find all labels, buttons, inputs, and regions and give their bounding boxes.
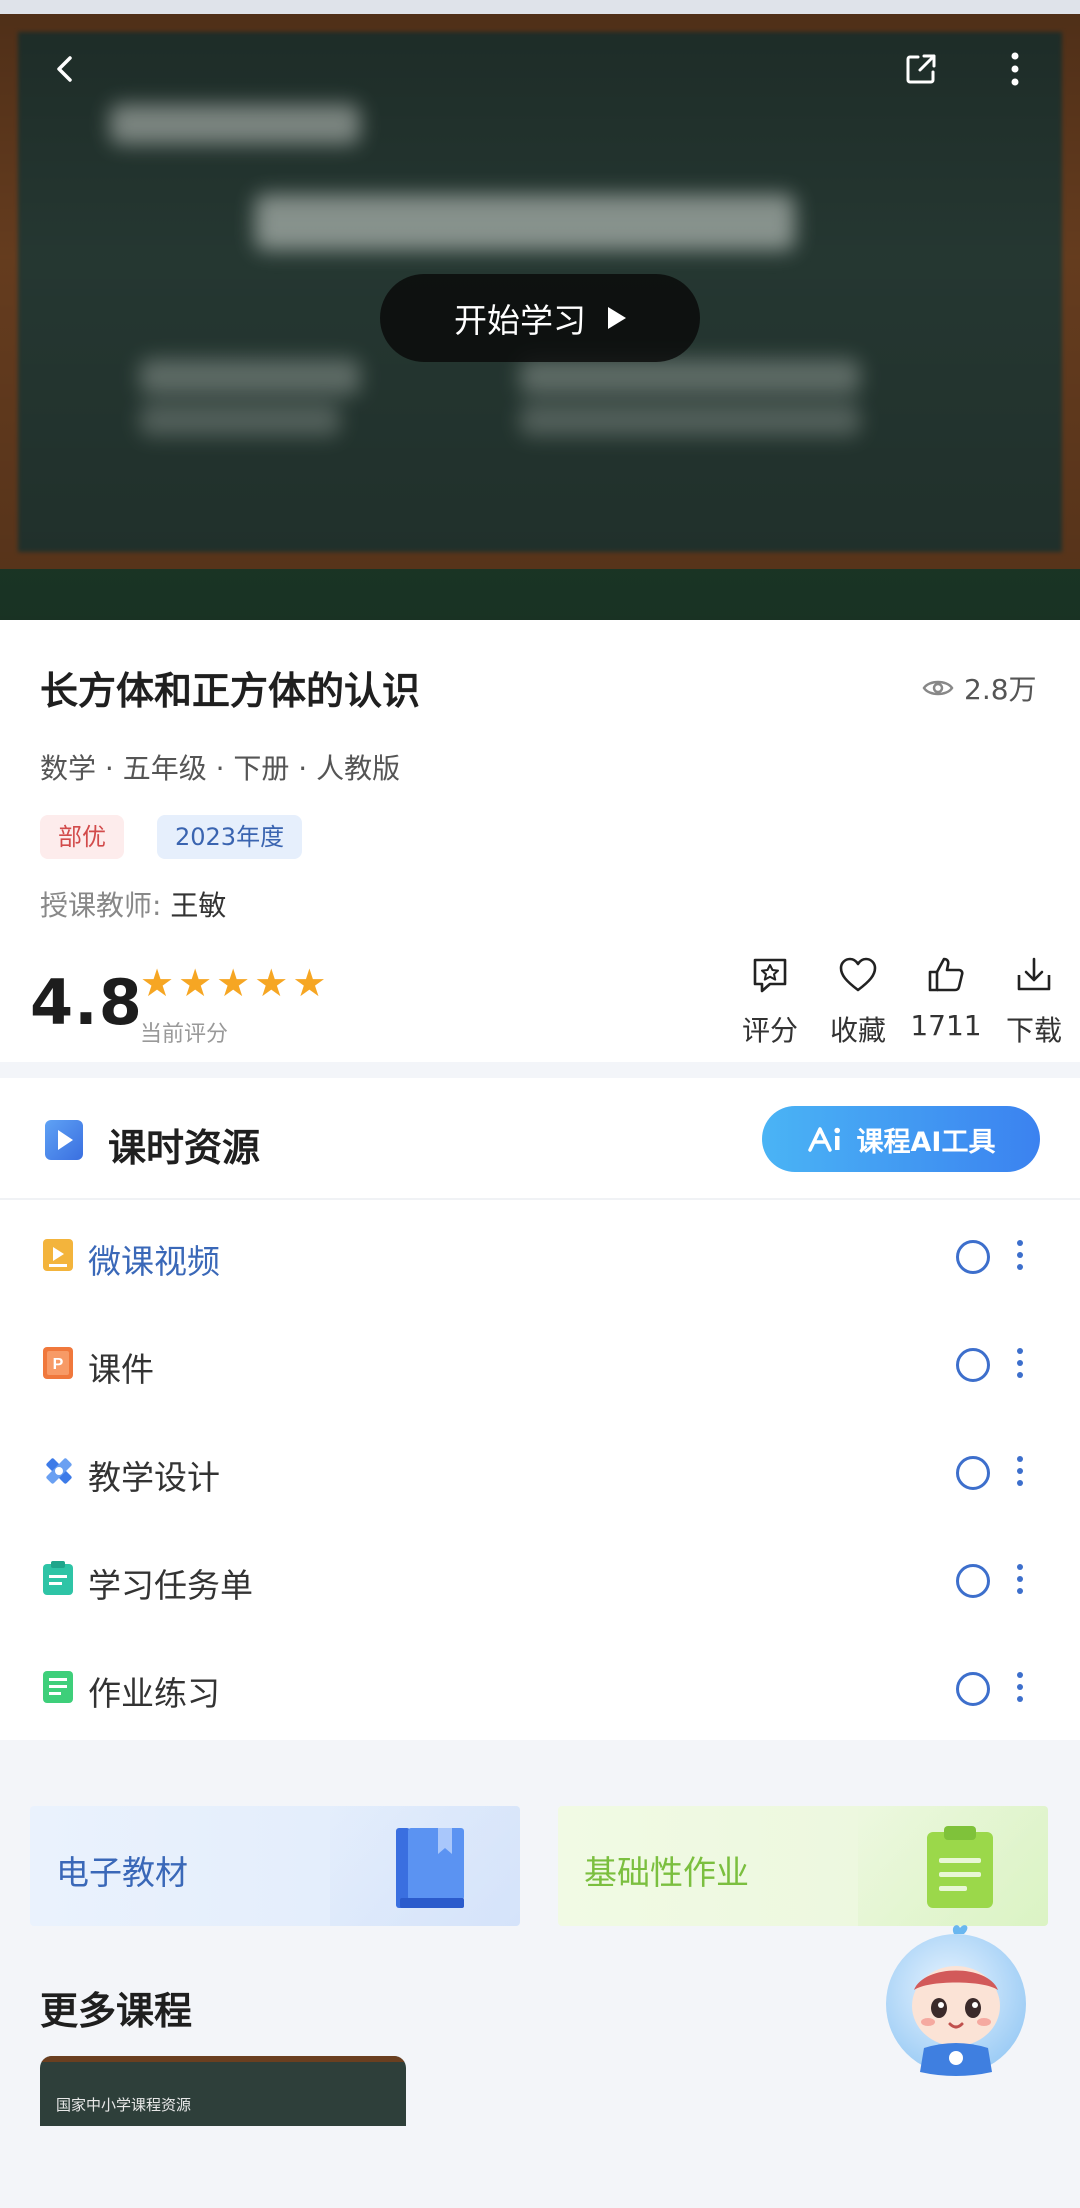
status-bar-strip — [0, 0, 1080, 14]
ppt-file-icon: P — [43, 1347, 73, 1379]
download-button[interactable]: 下载 — [994, 955, 1074, 1049]
svg-text:P: P — [53, 1356, 64, 1373]
play-square-icon — [45, 1120, 83, 1160]
favorite-label: 收藏 — [829, 1014, 886, 1047]
ai-icon — [807, 1127, 840, 1152]
more-courses-title: 更多课程 — [40, 1989, 193, 2033]
star-icon: ★ — [178, 961, 213, 1005]
rating-label: 当前评分 — [140, 1022, 229, 1047]
back-button[interactable] — [40, 44, 90, 94]
like-count: 1711 — [910, 1009, 982, 1042]
teacher-name: 王敏 — [170, 889, 227, 922]
start-learning-button[interactable]: 开始学习 — [380, 274, 700, 362]
basic-homework-card[interactable]: 基础性作业 — [558, 1806, 1048, 1926]
resource-row-courseware[interactable] — [0, 1324, 1080, 1424]
resource-label-teaching-design: 教学设计 — [88, 1458, 220, 1497]
ai-tools-button[interactable]: 课程AI工具 — [762, 1106, 1040, 1172]
heart-icon — [839, 957, 877, 992]
design-tools-icon — [46, 1458, 72, 1484]
rate-button[interactable]: 评分 — [730, 955, 810, 1049]
play-icon — [608, 307, 626, 329]
download-icon — [1017, 957, 1051, 991]
chevron-left-icon — [57, 56, 72, 82]
rating-score: 4.8 — [30, 966, 143, 1039]
resources-title: 课时资源 — [108, 1126, 261, 1170]
video-player[interactable]: 开始学习 — [0, 14, 1080, 620]
course-thumbnail-caption: 国家中小学课程资源 — [56, 2096, 192, 2114]
rate-icon — [753, 958, 787, 993]
star-icon: ★ — [216, 961, 251, 1005]
select-radio[interactable] — [956, 1456, 990, 1490]
star-icon: ★ — [254, 961, 289, 1005]
divider — [0, 1198, 1080, 1200]
more-vertical-icon — [1011, 52, 1019, 86]
more-menu-button[interactable] — [990, 44, 1040, 94]
start-learning-label: 开始学习 — [454, 301, 586, 340]
course-meta: 数学 · 五年级 · 下册 · 人教版 — [40, 752, 401, 785]
view-count-value: 2.8万 — [964, 673, 1037, 706]
course-title: 长方体和正方体的认识 — [40, 669, 421, 713]
year-tag: 2023年度 — [157, 815, 303, 859]
resource-label-courseware: 课件 — [88, 1350, 154, 1389]
star-icon: ★ — [292, 961, 327, 1005]
row-more-icon[interactable] — [1016, 1348, 1024, 1378]
video-file-icon — [43, 1239, 73, 1271]
teacher-line: 授课教师: 王敏 — [40, 884, 226, 924]
rate-label: 评分 — [741, 1014, 798, 1047]
course-thumbnail[interactable]: 国家中小学课程资源 — [40, 2056, 406, 2126]
select-radio[interactable] — [956, 1240, 990, 1274]
e-textbook-label: 电子教材 — [56, 1853, 188, 1892]
row-more-icon[interactable] — [1016, 1456, 1024, 1486]
teacher-label: 授课教师: — [40, 889, 162, 922]
share-button[interactable] — [896, 44, 946, 94]
book-icon — [396, 1828, 464, 1908]
select-radio[interactable] — [956, 1564, 990, 1598]
basic-homework-label: 基础性作业 — [584, 1853, 749, 1892]
resource-label-micro-video: 微课视频 — [88, 1242, 220, 1281]
eye-icon — [922, 680, 954, 696]
like-button[interactable]: 1711 — [906, 955, 986, 1042]
download-label: 下载 — [1005, 1014, 1062, 1047]
homework-icon — [43, 1671, 73, 1703]
e-textbook-card[interactable]: 电子教材 — [30, 1806, 520, 1926]
row-more-icon[interactable] — [1016, 1672, 1024, 1702]
thumbs-up-icon — [928, 957, 964, 992]
clipboard-icon — [927, 1826, 993, 1908]
row-more-icon[interactable] — [1016, 1240, 1024, 1270]
view-count: 2.8万 — [922, 668, 1037, 708]
assistant-mascot-icon[interactable] — [884, 1920, 1028, 2080]
favorite-button[interactable]: 收藏 — [818, 955, 898, 1049]
task-list-icon — [43, 1561, 73, 1595]
select-radio[interactable] — [956, 1672, 990, 1706]
award-tag: 部优 — [40, 815, 124, 859]
resource-label-homework: 作业练习 — [88, 1674, 220, 1713]
star-icon: ★ — [140, 961, 175, 1005]
rating-stars: ★ ★ ★ ★ ★ — [140, 964, 326, 1002]
ai-tools-label: 课程AI工具 — [856, 1126, 996, 1158]
share-icon — [906, 54, 936, 84]
row-more-icon[interactable] — [1016, 1564, 1024, 1594]
resource-label-task-list: 学习任务单 — [88, 1566, 253, 1605]
select-radio[interactable] — [956, 1348, 990, 1382]
